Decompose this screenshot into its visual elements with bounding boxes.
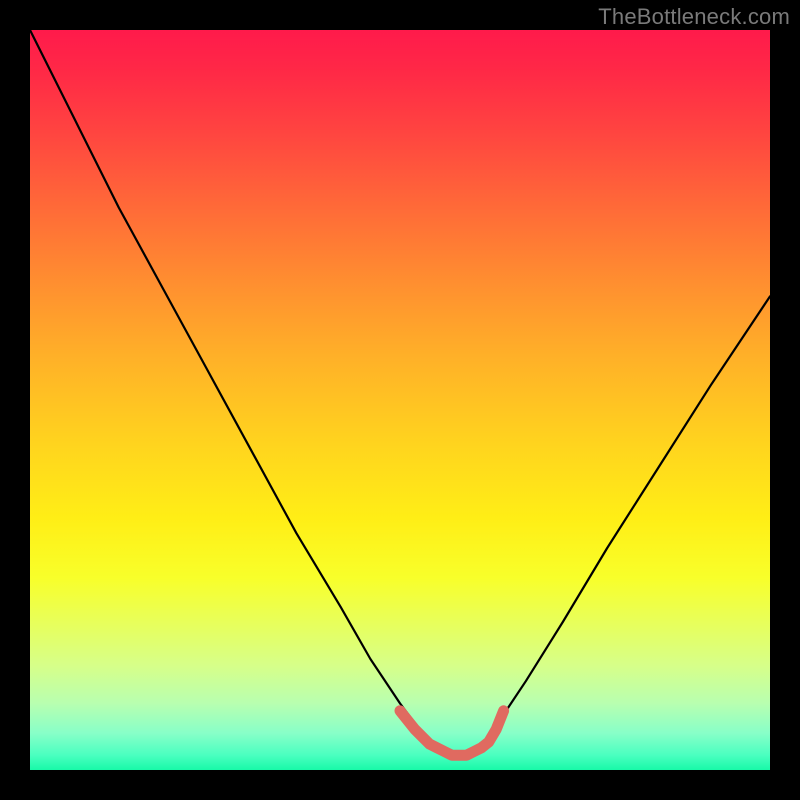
chart-svg	[30, 30, 770, 770]
highlight-segment	[400, 711, 504, 755]
chart-frame: TheBottleneck.com	[0, 0, 800, 800]
plot-area	[30, 30, 770, 770]
main-curve	[30, 30, 770, 755]
watermark-text: TheBottleneck.com	[598, 4, 790, 30]
